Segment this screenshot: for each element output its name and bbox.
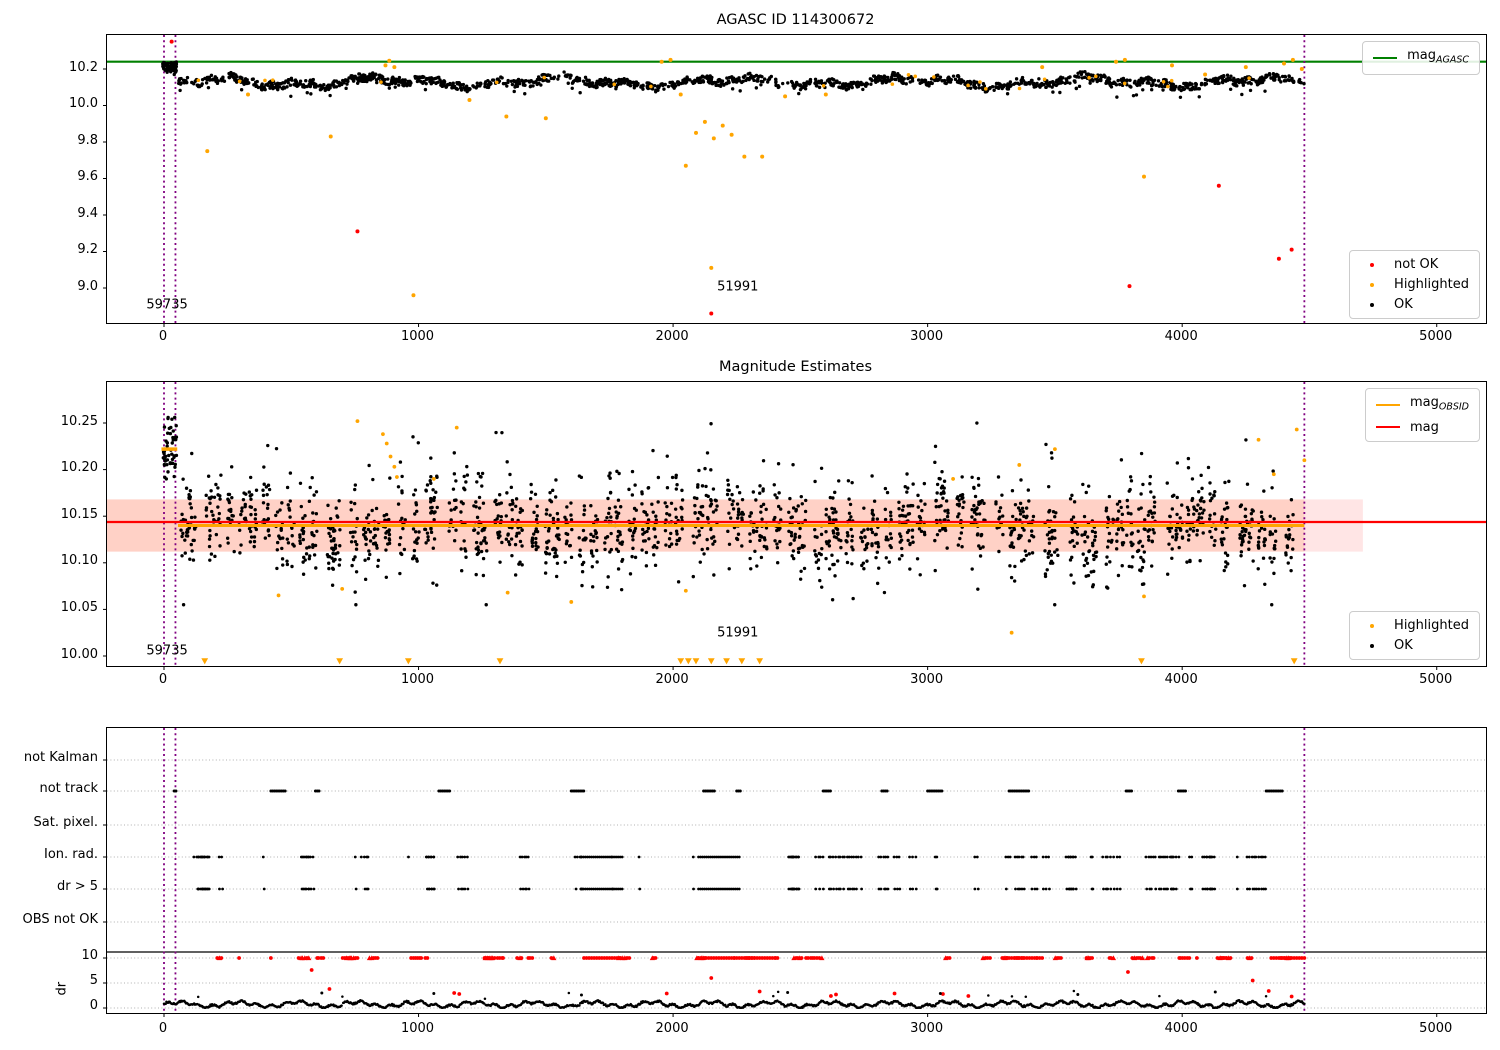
legend-label: magOBSID (1409, 395, 1469, 413)
tick-label: 5 (89, 973, 98, 988)
tick-label: 10.20 (60, 460, 98, 476)
legend-entry-ok: OK (1360, 637, 1469, 654)
figure-canvas: AGASC ID 114300672 magAGASC not OK Highl… (0, 0, 1500, 1050)
legend-label: Highlighted (1394, 618, 1469, 633)
middle-plot-axes: magOBSID mag Highlighted OK (103, 381, 1487, 670)
tick-label: 2000 (655, 672, 689, 687)
tick-label: 2000 (655, 329, 689, 344)
legend-label: mag (1409, 419, 1439, 435)
tick-label: 10.10 (60, 553, 98, 569)
tick-label: 10 (81, 948, 98, 963)
tick-label: not track (39, 781, 98, 796)
legend-entry-mag-agasc: magAGASC (1373, 47, 1469, 69)
plot-annotation: 59735 (146, 297, 188, 313)
tick-label: 1000 (400, 672, 435, 687)
orange-dot-sample (1360, 623, 1384, 628)
tick-label: 1000 (400, 329, 435, 344)
plot-annotation: 51991 (717, 279, 759, 295)
tick-label: 0 (158, 329, 168, 344)
green-line-sample (1373, 56, 1398, 59)
top-legend-points: not OK Highlighted OK (1349, 250, 1480, 319)
legend-label: not OK (1394, 257, 1439, 272)
tick-label: 1000 (400, 1021, 435, 1036)
tick-label: 3000 (910, 329, 944, 344)
tick-label: 9.2 (77, 242, 98, 257)
tick-label: 4000 (1164, 329, 1198, 344)
tick-label: 5000 (1419, 1021, 1453, 1036)
tick-label: Sat. pixel. (33, 815, 98, 830)
legend-label: Highlighted (1394, 277, 1469, 292)
tick-label: 9.8 (77, 132, 98, 148)
tick-label: 10.0 (69, 96, 98, 111)
legend-label: OK (1394, 297, 1413, 312)
plot-annotation: 59735 (146, 643, 188, 659)
tick-label: 10.25 (60, 413, 98, 429)
tick-label: dr > 5 (56, 879, 98, 894)
legend-entry-highlighted: Highlighted (1360, 276, 1469, 293)
tick-label: 10.15 (60, 506, 98, 522)
legend-entry-mag: mag (1375, 419, 1469, 436)
tick-label: 3000 (910, 672, 944, 687)
tick-label: 0 (158, 1021, 168, 1036)
tick-label: 5000 (1419, 329, 1453, 344)
legend-label: OK (1394, 638, 1413, 653)
tick-label: 4000 (1164, 672, 1198, 687)
tick-label: 9.4 (77, 205, 98, 221)
legend-entry-mag-obsid: magOBSID (1375, 394, 1469, 416)
tick-label: 9.0 (77, 278, 98, 294)
tick-label: 10.00 (60, 646, 98, 662)
tick-label: 5000 (1419, 672, 1453, 687)
top-plot-canvas (103, 35, 1486, 327)
top-legend-lines: magAGASC (1362, 41, 1480, 75)
tick-label: 10.2 (69, 59, 98, 75)
tick-label: 3000 (910, 1021, 944, 1036)
tick-label: 0 (158, 672, 168, 687)
tick-label: 0 (89, 998, 98, 1013)
tick-label: 9.6 (77, 169, 98, 184)
bottom-plot-canvas (103, 728, 1486, 1017)
tick-label: OBS not OK (22, 912, 99, 927)
tick-label: 10.05 (60, 599, 98, 615)
red-line-sample (1375, 426, 1400, 429)
middle-legend-points: Highlighted OK (1349, 611, 1480, 660)
plot-annotation: 51991 (717, 625, 759, 641)
red-dot-sample (1360, 262, 1384, 267)
tick-label: Ion. rad. (44, 847, 98, 862)
orange-dot-sample (1360, 282, 1384, 287)
middle-legend-lines: magOBSID mag (1364, 388, 1480, 442)
legend-entry-not-ok: not OK (1360, 256, 1469, 273)
legend-entry-highlighted: Highlighted (1360, 617, 1469, 634)
black-dot-sample (1360, 643, 1384, 648)
middle-plot-canvas (103, 382, 1486, 670)
top-plot-title: AGASC ID 114300672 (716, 12, 875, 28)
tick-label: 4000 (1164, 1021, 1198, 1036)
legend-label: magAGASC (1407, 48, 1469, 66)
top-plot-axes: magAGASC not OK Highlighted OK (103, 34, 1487, 327)
tick-label: not Kalman (23, 750, 98, 765)
bottom-plot-axes (103, 727, 1487, 1017)
legend-entry-ok: OK (1360, 296, 1469, 313)
tick-label: 2000 (655, 1021, 689, 1036)
black-dot-sample (1360, 302, 1384, 307)
orange-line-sample (1375, 403, 1400, 406)
middle-plot-title: Magnitude Estimates (718, 359, 873, 375)
